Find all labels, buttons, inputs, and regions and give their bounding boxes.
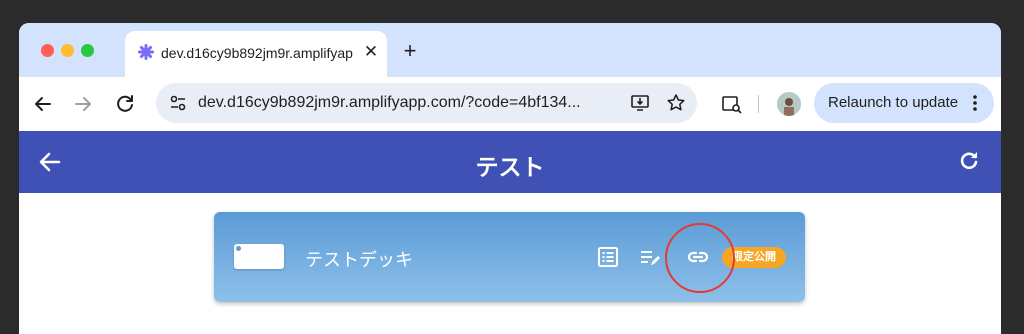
app-header: テスト	[19, 131, 1001, 193]
maximize-window-button[interactable]	[81, 44, 94, 57]
toolbar-divider	[758, 95, 759, 113]
browser-window: dev.d16cy9b892jm9r.amplifyapp.com ✕ + de…	[19, 23, 1001, 334]
relaunch-label: Relaunch to update	[828, 94, 959, 111]
thumbnail-dot	[236, 246, 241, 251]
browser-toolbar: dev.d16cy9b892jm9r.amplifyapp.com/?code=…	[19, 77, 1001, 131]
forward-arrow-icon[interactable]	[71, 92, 95, 116]
deck-name: テストデッキ	[305, 250, 413, 270]
browser-tab[interactable]: dev.d16cy9b892jm9r.amplifyapp.com ✕	[125, 31, 387, 77]
close-window-button[interactable]	[41, 44, 54, 57]
deck-card[interactable]: テストデッキ 限定公開	[214, 212, 805, 302]
annotation-highlight-circle	[665, 223, 735, 293]
reload-icon[interactable]	[113, 92, 137, 116]
site-settings-icon[interactable]	[168, 93, 188, 113]
bookmark-star-icon[interactable]	[666, 93, 686, 113]
url-text[interactable]: dev.d16cy9b892jm9r.amplifyapp.com/?code=…	[198, 94, 618, 112]
page-title: テスト	[475, 154, 545, 180]
back-arrow-icon[interactable]	[31, 92, 55, 116]
more-options-icon[interactable]	[970, 93, 980, 113]
deck-thumbnail	[234, 244, 284, 269]
new-tab-button[interactable]: +	[399, 40, 421, 62]
relaunch-button[interactable]: Relaunch to update	[814, 83, 994, 123]
tab-strip: dev.d16cy9b892jm9r.amplifyapp.com ✕ +	[19, 23, 1001, 77]
minimize-window-button[interactable]	[61, 44, 74, 57]
install-app-icon[interactable]	[630, 93, 650, 113]
amplify-favicon-icon	[138, 44, 154, 60]
tab-title: dev.d16cy9b892jm9r.amplifyapp.com	[161, 45, 353, 61]
close-icon[interactable]: ✕	[361, 42, 381, 62]
main-content: テストデッキ 限定公開	[19, 193, 1001, 334]
search-tabs-icon[interactable]	[721, 93, 743, 115]
list-icon[interactable]	[596, 245, 620, 269]
address-bar[interactable]: dev.d16cy9b892jm9r.amplifyapp.com/?code=…	[156, 83, 697, 123]
avatar-icon	[777, 92, 801, 116]
edit-list-icon[interactable]	[638, 245, 662, 269]
refresh-icon[interactable]	[957, 149, 981, 173]
profile-avatar[interactable]	[777, 92, 801, 116]
